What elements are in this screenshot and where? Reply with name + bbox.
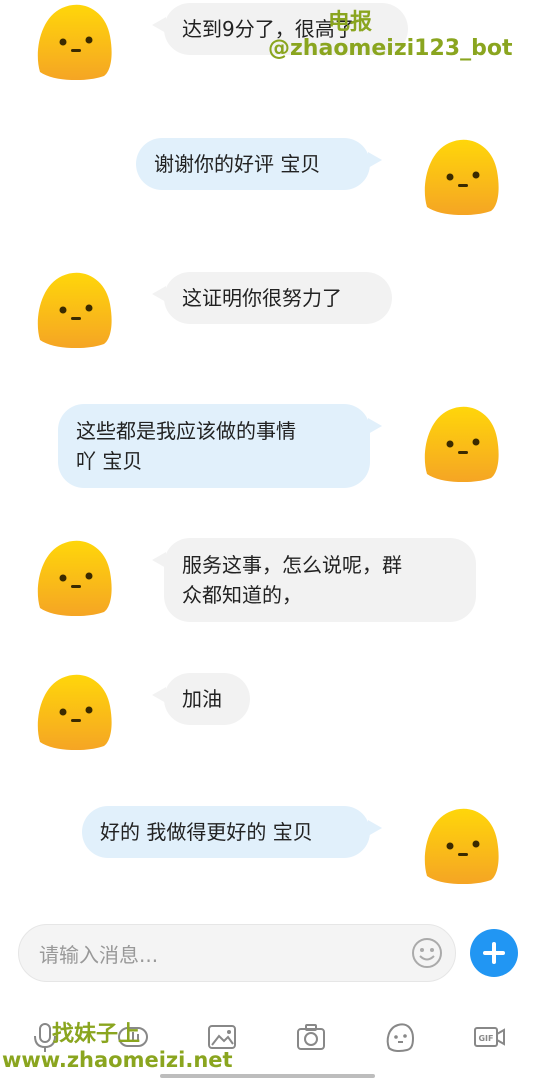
bubble-tail <box>368 418 382 434</box>
message-text: 谢谢你的好评 宝贝 <box>154 152 321 176</box>
gif-icon[interactable]: GIF <box>472 1020 506 1054</box>
bubble-tail <box>368 152 382 168</box>
plus-button[interactable] <box>470 929 518 977</box>
emoji-icon[interactable] <box>411 937 443 969</box>
bubble-tail <box>152 552 166 568</box>
svg-text:GIF: GIF <box>478 1034 493 1043</box>
watermark-bottom-line2: www.zhaomeizi.net <box>2 1048 233 1072</box>
message-bubble: 加油 <box>152 673 250 725</box>
watermark-top-line2: @zhaomeizi123_bot <box>268 36 513 61</box>
message-bubble: 这证明你很努力了 <box>152 272 392 324</box>
emoji-icon[interactable] <box>383 1020 417 1054</box>
message-input[interactable]: 请输入消息... <box>18 924 456 982</box>
input-placeholder: 请输入消息... <box>39 943 159 967</box>
bubble-tail <box>152 286 166 302</box>
message-bubble: 好的 我做得更好的 宝贝 <box>82 806 382 858</box>
plus-icon <box>483 942 505 964</box>
message-bubble: 这些都是我应该做的事情 吖 宝贝 <box>58 404 382 488</box>
avatar[interactable] <box>419 404 501 482</box>
bubble-tail <box>368 820 382 836</box>
avatar[interactable] <box>32 270 114 348</box>
message-text: 这些都是我应该做的事情 吖 宝贝 <box>76 419 296 473</box>
message-text: 好的 我做得更好的 宝贝 <box>100 820 313 844</box>
camera-icon[interactable] <box>294 1020 328 1054</box>
avatar[interactable] <box>32 538 114 616</box>
avatar[interactable] <box>419 806 501 884</box>
avatar[interactable] <box>32 2 114 80</box>
bubble-tail <box>152 17 166 33</box>
avatar[interactable] <box>419 137 501 215</box>
message-bubble: 服务这事，怎么说呢，群 众都知道的， <box>152 538 476 622</box>
message-text: 这证明你很努力了 <box>182 286 342 310</box>
message-bubble: 谢谢你的好评 宝贝 <box>136 138 382 190</box>
watermark-top-line1: 电报 <box>328 10 373 35</box>
message-text: 加油 <box>182 687 222 711</box>
avatar[interactable] <box>32 672 114 750</box>
message-text: 服务这事，怎么说呢，群 众都知道的， <box>182 553 402 607</box>
watermark-bottom-line1: 找妹子上 <box>52 1022 141 1047</box>
home-indicator <box>160 1074 375 1078</box>
bubble-tail <box>152 687 166 703</box>
